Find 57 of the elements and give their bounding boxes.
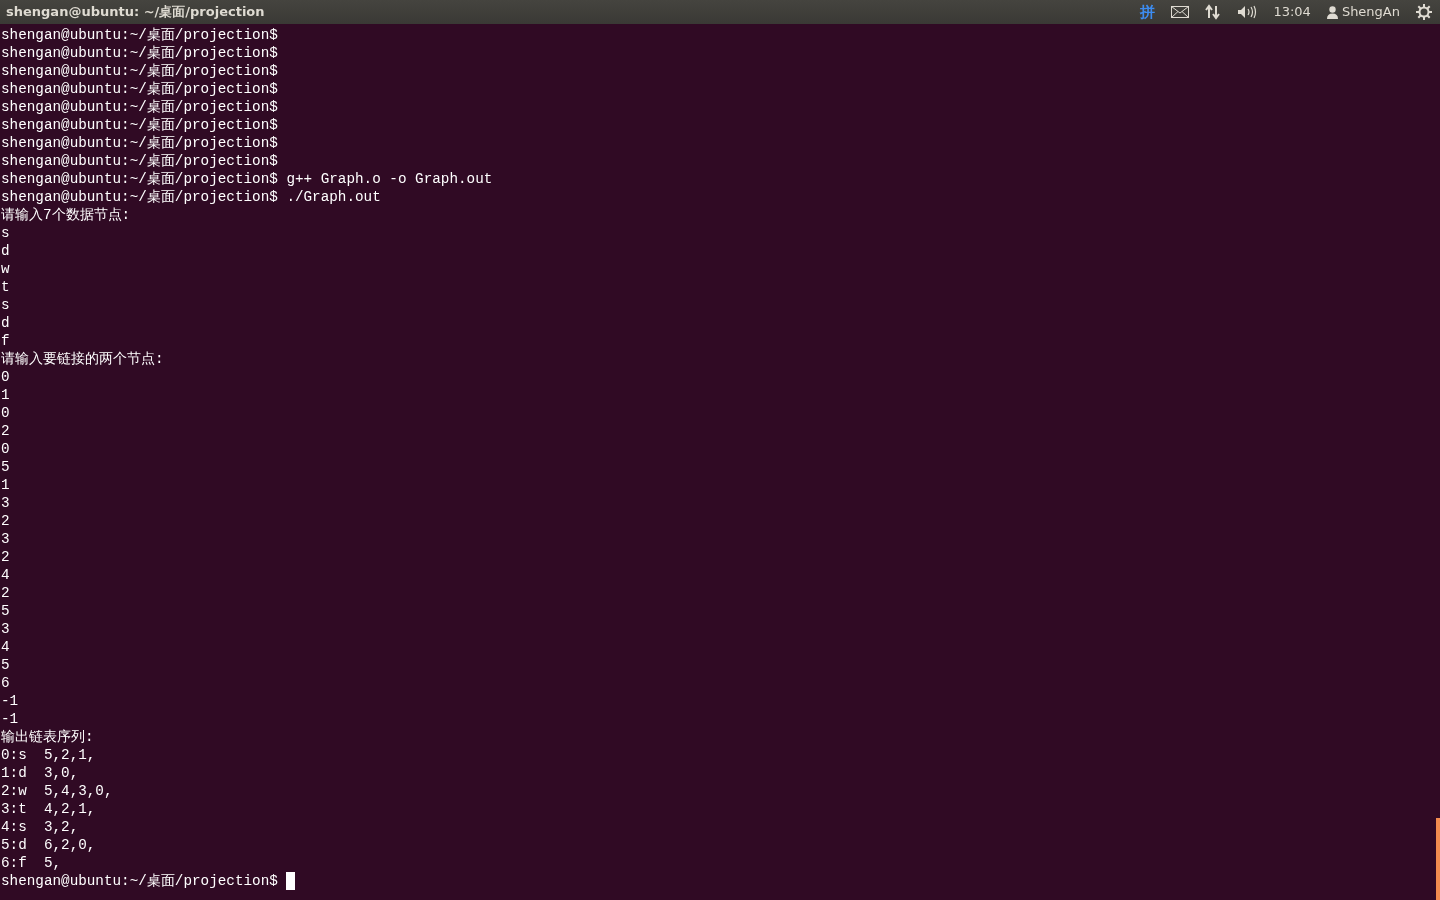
terminal-line: w <box>1 261 10 277</box>
terminal-line: d <box>1 243 10 259</box>
terminal-line: 0:s 5,2,1, <box>1 747 96 763</box>
terminal-line: f <box>1 333 10 349</box>
terminal-line: 6:f 5, <box>1 855 62 871</box>
terminal-line: 1 <box>1 477 10 493</box>
network-arrows-icon[interactable] <box>1205 4 1222 20</box>
terminal-line: 4 <box>1 567 10 583</box>
terminal-line: 3 <box>1 621 10 637</box>
clock[interactable]: 13:04 <box>1273 2 1311 22</box>
terminal-line: 2 <box>1 423 10 439</box>
terminal-line: 2 <box>1 585 10 601</box>
terminal-line: 3 <box>1 495 10 511</box>
gear-icon[interactable] <box>1416 4 1432 20</box>
terminal-line: shengan@ubuntu:~/桌面/projection$ <box>1 117 278 133</box>
terminal-line: shengan@ubuntu:~/桌面/projection$ ./Graph.out <box>1 189 381 205</box>
terminal-line: 3 <box>1 531 10 547</box>
volume-icon[interactable] <box>1237 5 1258 19</box>
terminal-line: shengan@ubuntu:~/桌面/projection$ <box>1 873 279 889</box>
scrollbar[interactable] <box>1436 818 1440 900</box>
terminal-line: 0 <box>1 405 10 421</box>
terminal-line: 5 <box>1 603 10 619</box>
terminal-line: 0 <box>1 441 10 457</box>
mail-icon[interactable] <box>1171 6 1190 18</box>
person-icon <box>1326 5 1338 19</box>
terminal-line: 请输入7个数据节点: <box>1 207 131 223</box>
terminal-line: 3:t 4,2,1, <box>1 801 96 817</box>
window-title: shengan@ubuntu: ~/桌面/projection <box>5 3 265 22</box>
terminal-line: d <box>1 315 10 331</box>
terminal-line: shengan@ubuntu:~/桌面/projection$ <box>1 45 278 61</box>
terminal-line: 2:w 5,4,3,0, <box>1 783 113 799</box>
terminal-line: shengan@ubuntu:~/桌面/projection$ <box>1 135 278 151</box>
terminal-line: shengan@ubuntu:~/桌面/projection$ g++ Graph.o -o Graph.out <box>1 171 493 187</box>
terminal-line: shengan@ubuntu:~/桌面/projection$ <box>1 81 278 97</box>
terminal-line: s <box>1 297 10 313</box>
terminal-line: shengan@ubuntu:~/桌面/projection$ <box>1 99 278 115</box>
terminal-line: 4 <box>1 639 10 655</box>
terminal-line: 0 <box>1 369 10 385</box>
terminal-line: 1 <box>1 387 10 403</box>
terminal-line: shengan@ubuntu:~/桌面/projection$ <box>1 63 278 79</box>
user-name[interactable]: ShengAn <box>1341 2 1400 22</box>
terminal-line: 2 <box>1 513 10 529</box>
terminal-line: 1:d 3,0, <box>1 765 79 781</box>
terminal-line: 4:s 3,2, <box>1 819 79 835</box>
terminal-line: -1 <box>1 711 19 727</box>
terminal-line: t <box>1 279 10 295</box>
terminal-line: -1 <box>1 693 19 709</box>
terminal-line: 2 <box>1 549 10 565</box>
terminal-line: s <box>1 225 10 241</box>
terminal-line: shengan@ubuntu:~/桌面/projection$ <box>1 27 278 43</box>
terminal-line: 请输入要链接的两个节点: <box>1 351 164 367</box>
terminal-line: 6 <box>1 675 10 691</box>
terminal-line: 输出链表序列: <box>1 729 94 745</box>
terminal-line: shengan@ubuntu:~/桌面/projection$ <box>1 153 278 169</box>
terminal-line: 5 <box>1 657 10 673</box>
terminal-line: 5 <box>1 459 10 475</box>
terminal-line: 5:d 6,2,0, <box>1 837 96 853</box>
